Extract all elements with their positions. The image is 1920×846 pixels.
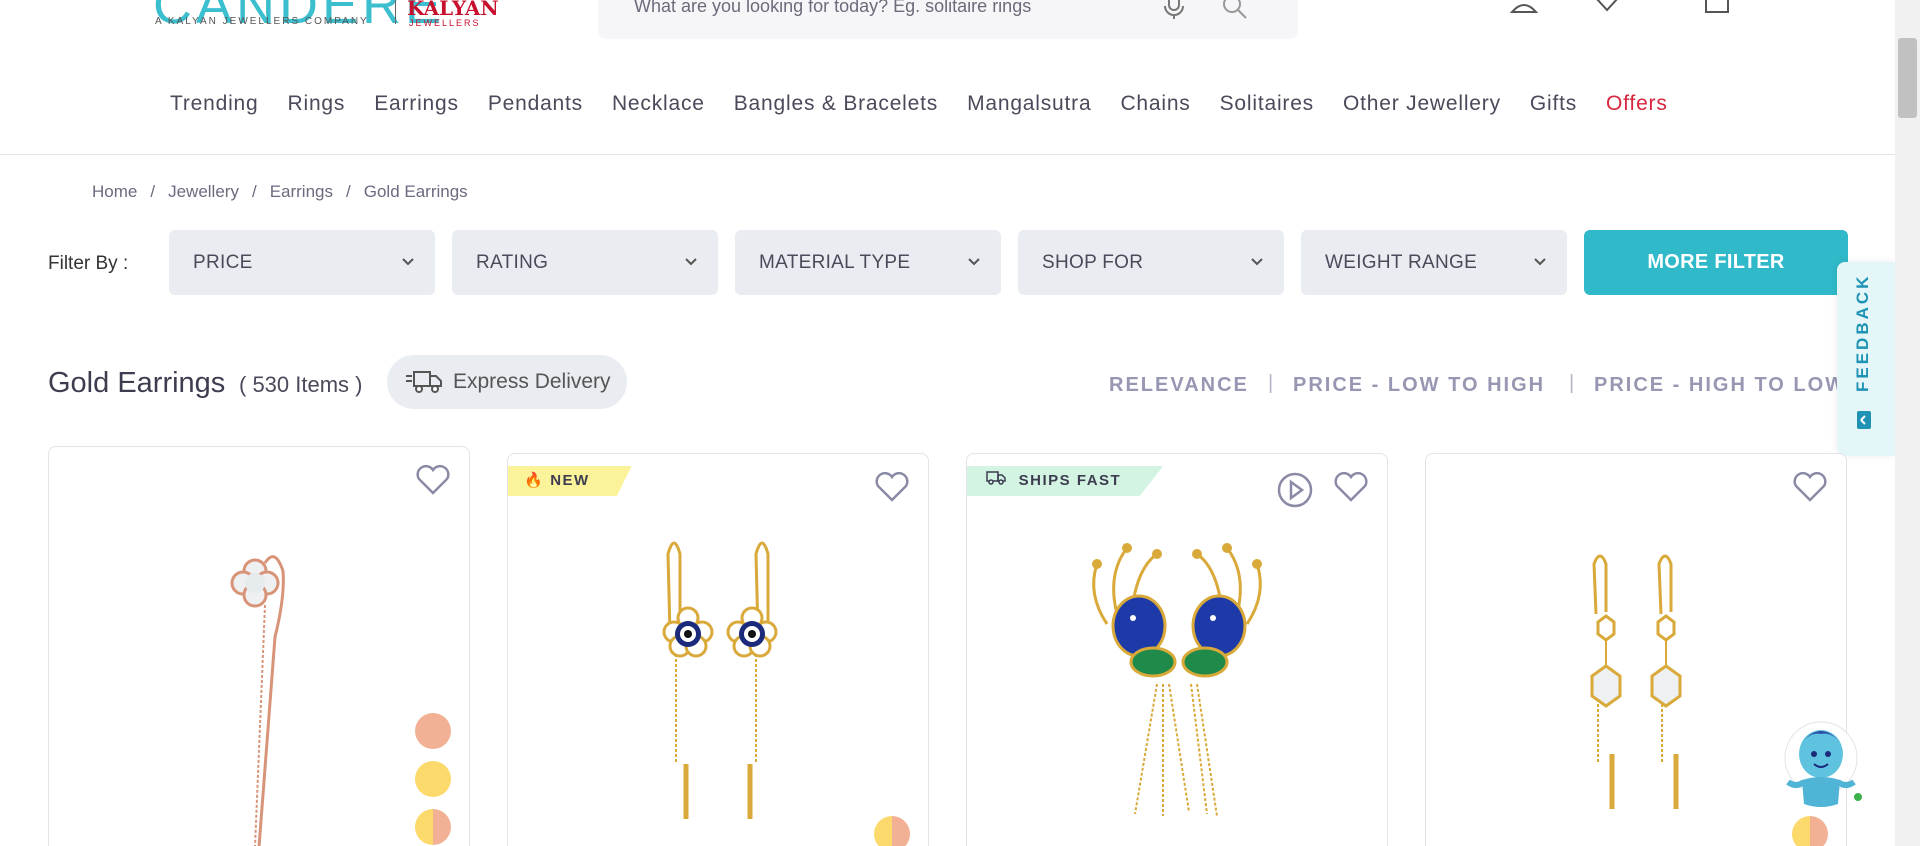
feedback-icon: [1856, 410, 1872, 435]
heart-icon[interactable]: [874, 471, 910, 508]
breadcrumb-separator: /: [251, 182, 257, 201]
sort-separator: |: [1268, 372, 1274, 394]
filter-by-label: Filter By :: [48, 253, 129, 274]
sort-separator: |: [1569, 372, 1575, 394]
heart-icon[interactable]: [1792, 471, 1828, 508]
search-icon[interactable]: [1222, 0, 1248, 25]
two-tone-swatch[interactable]: [874, 816, 910, 846]
chatbot-avatar-button[interactable]: [1774, 718, 1868, 812]
express-delivery-toggle[interactable]: Express Delivery: [387, 355, 627, 409]
main-nav: Trending Rings Earrings Pendants Necklac…: [170, 92, 1697, 122]
cart-icon[interactable]: [1704, 0, 1730, 19]
logo-divider: [395, 0, 396, 24]
delivery-truck-icon: [983, 471, 1013, 489]
breadcrumb-separator: /: [150, 182, 156, 201]
nav-solitaires[interactable]: Solitaires: [1220, 92, 1314, 122]
product-image[interactable]: [49, 537, 469, 846]
nav-chains[interactable]: Chains: [1120, 92, 1190, 122]
site-header: CANDERE A KALYAN JEWELLERS COMPANY KALYA…: [0, 0, 1895, 155]
breadcrumb-current: Gold Earrings: [363, 182, 468, 201]
nav-pendants[interactable]: Pendants: [488, 92, 583, 122]
scrollbar-thumb[interactable]: [1898, 38, 1917, 118]
breadcrumb-jewellery[interactable]: Jewellery: [168, 182, 239, 202]
badge-label: NEW: [550, 472, 590, 489]
delivery-truck-icon: [405, 370, 443, 399]
product-card[interactable]: [48, 446, 470, 846]
search-input[interactable]: What are you looking for today? Eg. soli…: [634, 0, 1031, 17]
page-title: Gold Earrings: [48, 367, 226, 399]
filter-label: PRICE: [193, 252, 253, 273]
feedback-tab[interactable]: FEEDBACK: [1837, 262, 1895, 456]
nav-necklace[interactable]: Necklace: [612, 92, 705, 122]
candere-logo[interactable]: CANDERE A KALYAN JEWELLERS COMPANY KALYA…: [153, 0, 503, 35]
two-tone-swatch[interactable]: [415, 809, 451, 845]
filter-label: SHOP FOR: [1042, 252, 1144, 273]
nav-earrings[interactable]: Earrings: [374, 92, 459, 122]
filter-rating[interactable]: RATING: [452, 230, 718, 295]
filter-shop-for[interactable]: SHOP FOR: [1018, 230, 1284, 295]
sort-relevance[interactable]: RELEVANCE: [1109, 374, 1249, 397]
filter-price[interactable]: PRICE: [169, 230, 435, 295]
filter-label: MATERIAL TYPE: [759, 252, 911, 273]
more-filter-button[interactable]: MORE FILTER: [1584, 230, 1848, 295]
nav-trending[interactable]: Trending: [170, 92, 259, 122]
filter-label: WEIGHT RANGE: [1325, 252, 1478, 273]
microphone-icon[interactable]: [1163, 0, 1185, 25]
breadcrumb-earrings[interactable]: Earrings: [270, 182, 333, 202]
page-scrollbar[interactable]: [1895, 0, 1920, 846]
product-card[interactable]: 🔥 NEW: [507, 453, 929, 846]
kalyan-logo: KALYAN: [407, 0, 499, 20]
chevron-down-icon: [967, 254, 981, 272]
yellow-gold-swatch[interactable]: [415, 761, 451, 797]
new-badge: 🔥 NEW: [508, 466, 632, 496]
wishlist-icon[interactable]: [1593, 0, 1621, 17]
chevron-down-icon: [401, 254, 415, 272]
nav-mangalsutra[interactable]: Mangalsutra: [967, 92, 1091, 122]
item-count: ( 530 Items ): [239, 372, 363, 397]
flame-icon: 🔥: [524, 472, 545, 489]
account-icon[interactable]: [1509, 0, 1539, 19]
filter-material-type[interactable]: MATERIAL TYPE: [735, 230, 1001, 295]
chevron-down-icon: [1533, 254, 1547, 272]
product-image[interactable]: [967, 524, 1387, 844]
breadcrumb-home[interactable]: Home: [92, 182, 137, 202]
nav-other-jewellery[interactable]: Other Jewellery: [1343, 92, 1501, 122]
search-bar[interactable]: What are you looking for today? Eg. soli…: [598, 0, 1298, 39]
nav-rings[interactable]: Rings: [288, 92, 346, 122]
product-image[interactable]: [508, 524, 928, 844]
filter-weight-range[interactable]: WEIGHT RANGE: [1301, 230, 1567, 295]
ships-fast-badge: SHIPS FAST: [967, 466, 1164, 496]
filter-label: RATING: [476, 252, 549, 273]
chevron-down-icon: [684, 254, 698, 272]
nav-bangles-bracelets[interactable]: Bangles & Bracelets: [734, 92, 938, 122]
chevron-down-icon: [1250, 254, 1264, 272]
heart-icon[interactable]: [415, 464, 451, 501]
play-video-icon[interactable]: [1276, 471, 1314, 514]
breadcrumb: Home / Jewellery / Earrings / Gold Earri…: [92, 182, 468, 202]
heart-icon[interactable]: [1333, 471, 1369, 508]
express-delivery-label: Express Delivery: [453, 370, 611, 393]
breadcrumb-separator: /: [346, 182, 351, 201]
feedback-label: FEEDBACK: [1853, 273, 1872, 392]
nav-offers[interactable]: Offers: [1606, 92, 1668, 122]
badge-label: SHIPS FAST: [1018, 472, 1122, 489]
product-card[interactable]: SHIPS FAST: [966, 453, 1388, 846]
kalyan-logo-sub: JEWELLERS: [409, 18, 481, 28]
sort-price-high-low[interactable]: PRICE - HIGH TO LOW: [1594, 374, 1839, 397]
logo-tagline: A KALYAN JEWELLERS COMPANY: [155, 16, 369, 27]
nav-gifts[interactable]: Gifts: [1530, 92, 1577, 122]
rose-gold-swatch[interactable]: [415, 713, 451, 749]
sort-price-low-high[interactable]: PRICE - LOW TO HIGH: [1293, 374, 1545, 397]
two-tone-swatch[interactable]: [1792, 816, 1828, 846]
